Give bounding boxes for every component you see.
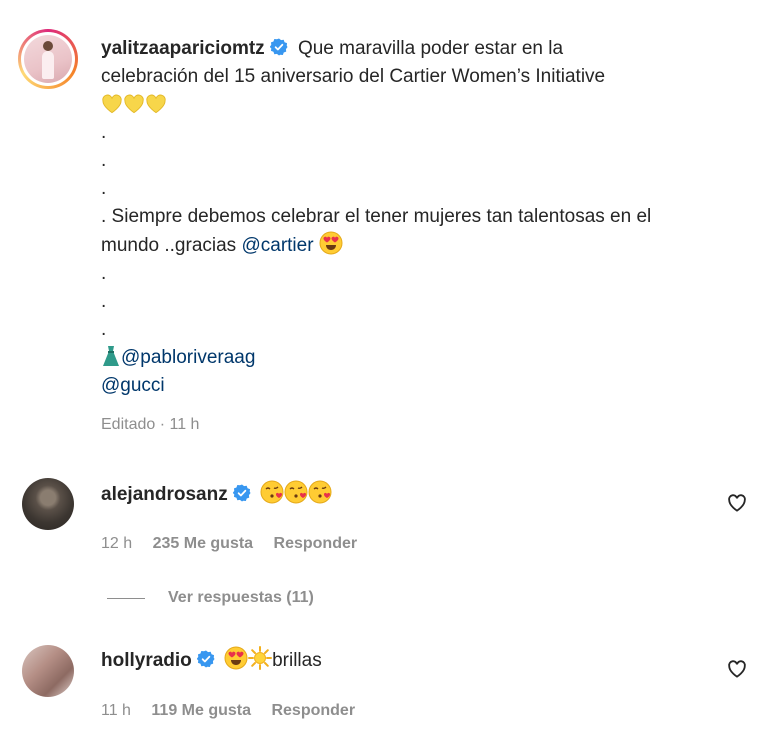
dress-emoji (103, 346, 119, 366)
post-meta-edited: Editado · 11 h (101, 416, 200, 433)
commenter-avatar-hollyradio[interactable] (22, 645, 74, 697)
mention-gucci[interactable]: @gucci (101, 375, 165, 396)
verified-badge-icon (232, 484, 251, 502)
comment-time: 11 h (101, 702, 131, 719)
post-caption-line-2: celebración del 15 aniversario del Carti… (101, 66, 606, 87)
comment-time: 12 h (101, 535, 133, 552)
commenter-username[interactable]: hollyradio (101, 650, 192, 671)
mention-cartier[interactable]: @cartier (241, 235, 313, 256)
yellow-heart-emoji (124, 94, 144, 114)
heart-eyes-emoji (224, 646, 248, 670)
caption-dot: . (101, 150, 107, 171)
heart-outline-icon[interactable] (726, 658, 748, 680)
heart-outline-icon[interactable] (726, 492, 748, 514)
reply-button[interactable]: Responder (271, 702, 355, 719)
caption-dot: . (101, 178, 107, 199)
verified-badge-icon (269, 38, 288, 56)
caption-dot: . (101, 319, 107, 340)
yellow-heart-emoji (102, 94, 122, 114)
face-blowing-kiss-emoji (260, 480, 284, 504)
verified-badge-icon (196, 650, 215, 668)
comment-likes[interactable]: 119 Me gusta (151, 702, 251, 719)
caption-dot: . (101, 263, 107, 284)
post-author-username[interactable]: yalitzaapariciomtz (101, 38, 265, 59)
sun-emoji (248, 646, 273, 670)
comment-emojis (260, 480, 332, 505)
face-blowing-kiss-emoji (308, 480, 332, 504)
mention-pabloriveraag[interactable]: @pabloriveraag (121, 347, 255, 368)
comment-text: brillas (272, 650, 322, 671)
reply-button[interactable]: Responder (274, 535, 358, 552)
yellow-hearts (101, 91, 761, 119)
caption-line-mundo: mundo ..gracias (101, 235, 237, 256)
caption-dot: . (101, 291, 107, 312)
comment-likes[interactable]: 235 Me gusta (153, 535, 253, 552)
commenter-avatar-alejandrosanz[interactable] (22, 478, 74, 530)
post-author-avatar[interactable] (18, 29, 78, 89)
yellow-heart-emoji (146, 94, 166, 114)
post-caption-line-1: Que maravilla poder estar en la (297, 38, 564, 59)
replies-divider (107, 598, 145, 599)
commenter-username[interactable]: alejandrosanz (101, 484, 228, 505)
heart-eyes-emoji (319, 231, 343, 255)
view-replies-button[interactable]: Ver respuestas (11) (168, 589, 314, 606)
caption-dot: . (101, 122, 107, 143)
caption-line-siempre: . Siempre debemos celebrar el tener muje… (101, 206, 652, 227)
face-blowing-kiss-emoji (284, 480, 308, 504)
